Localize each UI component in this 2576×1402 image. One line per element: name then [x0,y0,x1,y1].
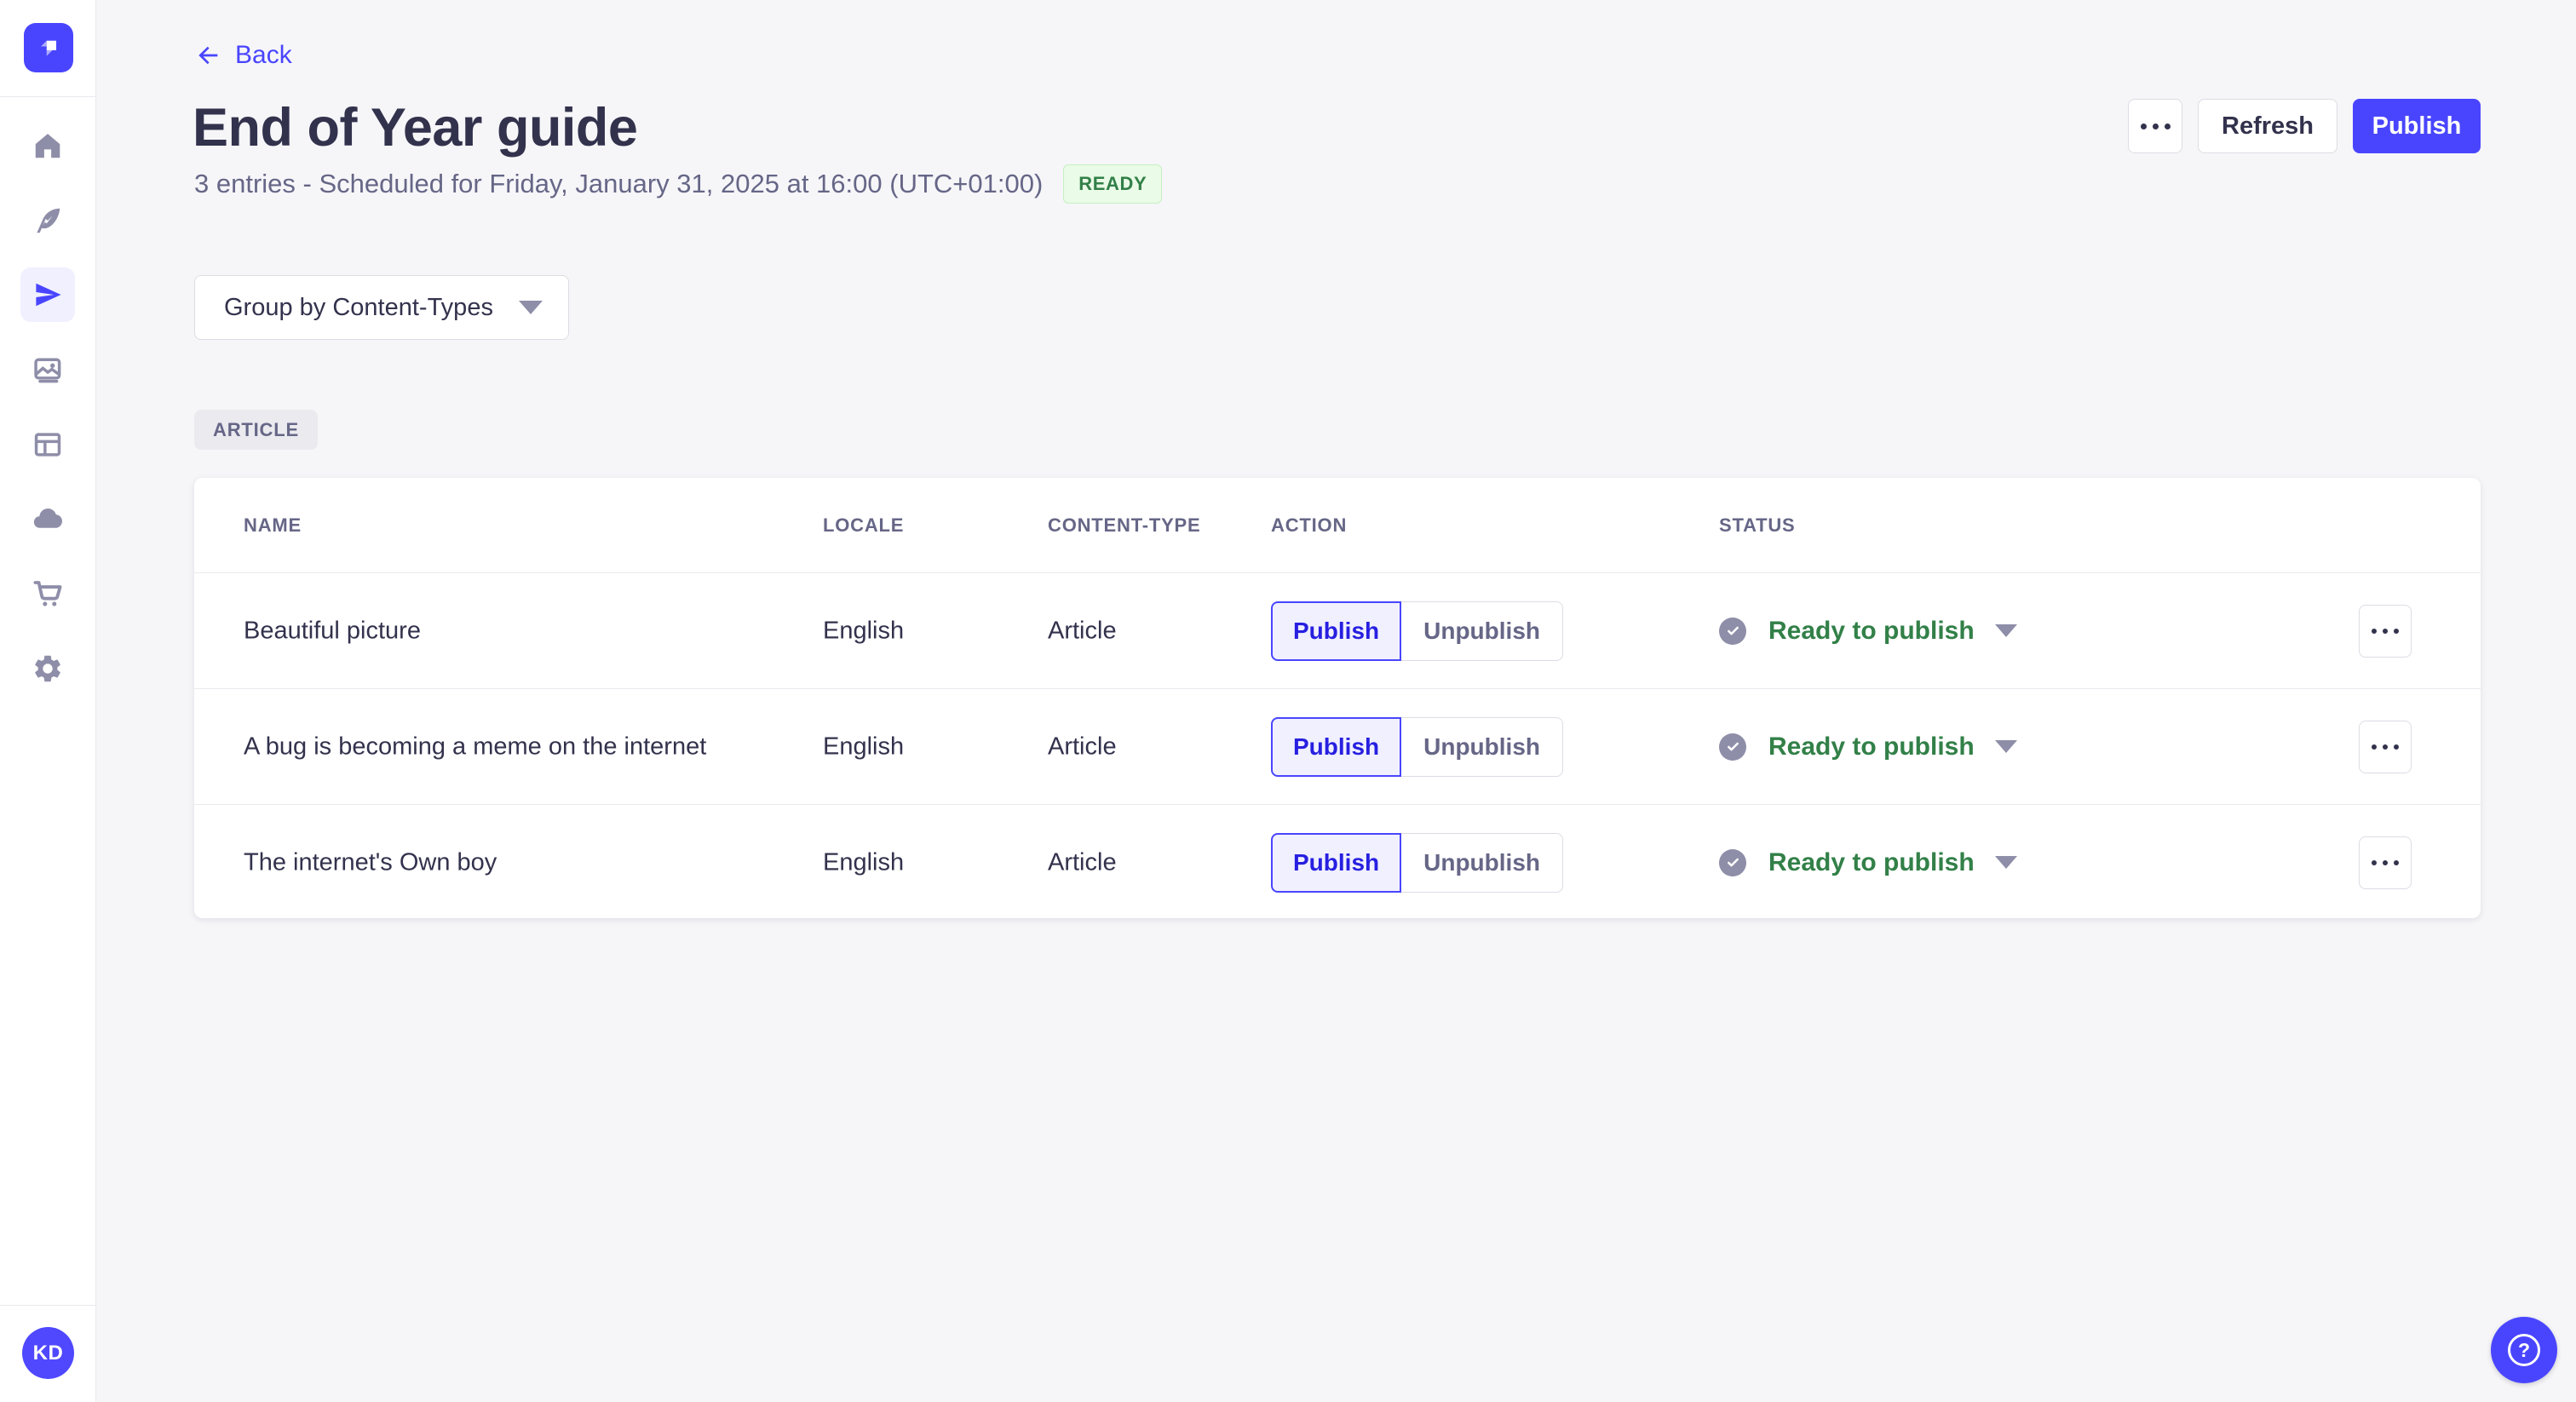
entry-name: A bug is becoming a meme on the internet [244,733,707,760]
column-header-content-type: CONTENT-TYPE [1048,514,1201,536]
entry-content-type: Article [1048,848,1117,876]
gear-icon [35,655,60,682]
status-badge: READY [1063,164,1163,204]
sidebar-divider-bottom [0,1305,95,1306]
sidebar-item-house[interactable] [20,118,75,173]
sidebar-item-paper-plane[interactable] [20,267,75,322]
ellipsis-icon [2360,837,2411,888]
unpublish-toggle-button[interactable]: Unpublish [1401,600,1563,661]
entry-status-select[interactable]: Ready to publish [1719,617,2017,646]
table-header-row: NAME LOCALE CONTENT-TYPE ACTION STATUS [194,478,2481,572]
sidebar-divider-top [0,96,95,97]
back-label: Back [235,41,292,69]
ellipsis-icon [2360,721,2411,773]
table-row: A bug is becoming a meme on the internet… [194,688,2481,804]
publish-release-button[interactable]: Publish [2353,99,2481,153]
column-header-status: STATUS [1719,514,1796,536]
chevron-down-icon [519,301,543,314]
entry-name: The internet's Own boy [244,848,497,876]
publish-toggle-button[interactable]: Publish [1271,600,1402,661]
sidebar: KD [0,0,96,1402]
back-link[interactable]: Back [194,41,292,70]
entries-table: NAME LOCALE CONTENT-TYPE ACTION STATUS B… [194,478,2481,918]
table-row: The internet's Own boy English Article P… [194,804,2481,918]
sidebar-item-gear[interactable] [20,641,75,696]
more-options-button[interactable] [2128,99,2182,153]
chevron-down-icon [1994,856,2017,869]
column-header-action: ACTION [1271,514,1348,536]
entry-content-type: Article [1048,733,1117,760]
layout-icon [34,433,61,457]
entry-locale: English [823,733,905,760]
check-circle-icon [1719,733,1746,761]
chevron-down-icon [1994,740,2017,753]
entry-locale: English [823,617,905,644]
action-toggle: Publish Unpublish [1271,832,1563,893]
ellipsis-icon [2360,606,2411,657]
sidebar-item-feather[interactable] [20,193,75,248]
cloud-icon [33,509,62,528]
publish-toggle-button[interactable]: Publish [1271,832,1402,893]
app-root: KD Back End of Year guide 3 entries - Sc… [0,0,2576,1402]
release-subtitle: 3 entries - Scheduled for Friday, Januar… [194,169,1044,198]
column-header-name: NAME [244,514,302,536]
user-avatar[interactable]: KD [22,1327,74,1379]
action-toggle: Publish Unpublish [1271,600,1563,661]
sidebar-item-layout[interactable] [20,417,75,472]
row-menu-button[interactable] [2359,836,2412,889]
help-button[interactable]: ? [2491,1317,2557,1383]
entry-status-select[interactable]: Ready to publish [1719,848,2017,877]
column-header-locale: LOCALE [823,514,905,536]
pictures-icon [34,358,61,383]
arrow-left-icon [198,46,218,65]
strapi-logo[interactable] [24,23,73,72]
entry-name: Beautiful picture [244,617,421,644]
group-by-label: Group by Content-Types [224,293,493,321]
chevron-down-icon [1994,624,2017,637]
feather-icon [37,208,60,233]
sidebar-item-shopping-cart[interactable] [20,566,75,621]
content-type-badge: ARTICLE [194,410,318,450]
unpublish-toggle-button[interactable]: Unpublish [1401,832,1563,893]
action-toggle: Publish Unpublish [1271,716,1563,777]
house-icon [35,134,60,158]
shopping-cart-icon [33,581,62,606]
check-circle-icon [1719,848,1746,876]
strapi-logo-icon [41,40,56,56]
row-menu-button[interactable] [2359,720,2412,773]
check-circle-icon [1719,617,1746,645]
entry-locale: English [823,848,905,876]
entry-status-text: Ready to publish [1768,732,1975,761]
entry-status-text: Ready to publish [1768,848,1975,876]
ellipsis-icon [2129,100,2182,152]
release-subtitle-row: 3 entries - Scheduled for Friday, Januar… [194,164,1163,204]
table-row: Beautiful picture English Article Publis… [194,572,2481,688]
entry-status-select[interactable]: Ready to publish [1719,733,2017,761]
sidebar-item-cloud[interactable] [20,491,75,546]
row-menu-button[interactable] [2359,604,2412,658]
entry-status-text: Ready to publish [1768,616,1975,645]
publish-toggle-button[interactable]: Publish [1271,716,1402,777]
sidebar-item-pictures[interactable] [20,342,75,397]
unpublish-toggle-button[interactable]: Unpublish [1401,716,1563,777]
paper-plane-icon [36,283,61,307]
page-title: End of Year guide [193,98,638,158]
refresh-button[interactable]: Refresh [2198,99,2337,153]
entry-content-type: Article [1048,617,1117,644]
group-by-select[interactable]: Group by Content-Types [194,275,569,340]
question-mark-icon: ? [2508,1334,2540,1366]
